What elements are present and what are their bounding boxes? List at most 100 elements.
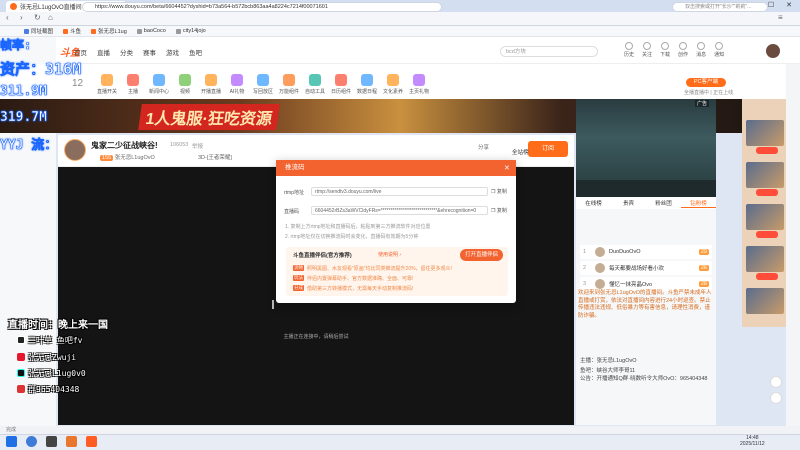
promo-price[interactable] [756,231,778,238]
chat-tabs: 在线榜 贵宾 粉丝团 钻粉榜 [576,197,716,209]
modal-tip-1: 1. 复制上方rtmp地址和直播码后，粘贴到第三方推流软件对应位置 [285,224,431,230]
browser-search-input[interactable]: 双击搜索或打开"长沙""莉莉"... [672,2,768,12]
promo-price[interactable] [756,189,778,196]
main-nav: 首页 直播 分类 赛事 游戏 鱼吧 [74,47,202,57]
promo-thumbnail[interactable] [746,120,784,146]
url-input[interactable]: https://www.douyu.com/beta/6604452?dyshi… [82,2,442,12]
category-item[interactable]: 视频 [174,74,196,95]
modal-close-icon[interactable]: ✕ [504,164,510,172]
promo-price[interactable] [756,273,778,280]
bookmark-item[interactable]: city14jojo [175,28,206,34]
code-field[interactable]: 6604452rBZs3aWVCldyFRs=*****************… [311,206,488,215]
copy-code-button[interactable]: ❐ 复制 [491,207,507,214]
category-item[interactable]: 直播开关 [96,74,118,95]
rank-tab[interactable]: 全站榜 [512,148,529,156]
subscribe-button[interactable]: 订阅 [528,141,568,157]
bookmark-item[interactable]: 同址载图 [24,27,53,35]
promo-thumbnail[interactable] [746,162,784,188]
info-announcement: 公告：开播通知Q群·晓数听令大师OvO：965404348 [580,376,708,382]
start-icon[interactable] [6,436,17,447]
category-item[interactable]: 开播直播 [200,74,222,95]
category-item[interactable]: 自动工具 [304,74,326,95]
browser-taskbar-icon[interactable] [26,436,37,447]
history-icon[interactable]: 历史 [624,42,634,58]
taskbar-clock[interactable]: 14:48 2025/11/12 [740,435,765,447]
host-name[interactable]: 155 张无忌L1ugOvO [100,153,155,161]
social-line: 张无忌Zwuji [28,353,77,362]
promo-price[interactable] [756,147,778,154]
promo-thumbnail[interactable] [746,204,784,230]
home-icon[interactable]: ⌂ [48,13,53,22]
fan-avatar [595,247,605,257]
category-item[interactable]: 主播 [122,74,144,95]
refresh-icon[interactable]: ↻ [34,13,41,22]
category-count: 12 [72,78,84,89]
copy-rtmp-button[interactable]: ❐ 复制 [491,188,507,195]
feedback-icon[interactable] [770,376,782,388]
user-avatar[interactable] [766,44,780,58]
info-fishbar[interactable]: 鱼吧：峡谷大师李哥11 [580,366,635,374]
report-link[interactable]: 举报 [192,142,203,150]
tab-vip[interactable]: 贵宾 [611,199,646,207]
category-item[interactable]: 数据日程 [356,74,378,95]
assistant-help-link[interactable]: 使用说明 › [378,251,401,258]
douyu-logo-icon [10,3,17,10]
category-item[interactable]: 日历组件 [330,74,352,95]
nav-events[interactable]: 赛事 [143,47,156,57]
weibo-icon [17,353,25,361]
category-item[interactable]: 主页礼物 [408,74,430,95]
bookmark-item[interactable]: 斗鱼 [63,27,81,35]
bookmark-item[interactable]: 张无忌L1ug [91,27,127,35]
rtmp-field[interactable]: rtmp://sendtv3.douyu.com/live [311,187,488,196]
fan-rank-row[interactable]: 1 DuoDuoOvO 29 [580,245,712,259]
app-taskbar-icon[interactable] [66,436,77,447]
fan-rank-row[interactable]: 3 懂忆一抹亮晶Ovo 28 [580,277,712,291]
promo-thumbnail[interactable] [746,246,784,272]
host-avatar[interactable] [64,139,86,161]
notice-icon[interactable]: 通知 [714,42,724,58]
tab-title: 张无忌L1ugOvO直播间 [20,5,82,11]
video-status: 主播正在连接中，请稍后尝试 [283,334,349,340]
create-icon[interactable]: 创作 [678,42,688,58]
close-window-icon[interactable]: ✕ [780,0,798,12]
nav-category[interactable]: 分类 [120,47,133,57]
group-icon [17,385,25,393]
share-button[interactable]: 分享 [478,143,489,151]
pc-client-button[interactable]: PC客户端 [686,78,726,87]
room-category[interactable]: 3D-[王者荣耀] [198,153,232,161]
douyu-taskbar-icon[interactable] [86,436,97,447]
download-icon[interactable]: 下载 [660,42,670,58]
menu-icon[interactable]: ≡ [778,13,783,22]
promo-thumbnail[interactable] [746,288,784,314]
douyin-icon [17,369,25,377]
site-search-input[interactable]: bcd方块 [500,46,598,57]
back-to-top-icon[interactable] [770,392,782,404]
tab-online-rank[interactable]: 在线榜 [576,199,611,207]
overlay-cpu: 资产：316M [0,60,82,79]
tab-diamond-rank[interactable]: 钻粉榜 [681,199,716,208]
bookmark-item[interactable]: baoCoco [136,28,166,34]
category-item[interactable]: 万能组件 [278,74,300,95]
fan-rank-row[interactable]: 2 每天都要战场好看小欢 26 [580,261,712,275]
social-line: 三叶草 鱼吧fv [28,336,83,345]
open-assistant-button[interactable]: 打开直播伴侣 [460,249,503,261]
page-scrollbar[interactable] [786,64,800,426]
category-item[interactable]: AI礼物 [226,74,248,95]
category-item[interactable]: 写回放区 [252,74,274,95]
assistant-title: 斗鱼直播伴侣(官方推荐) [293,253,352,259]
back-icon[interactable]: ‹ [6,13,9,22]
message-icon[interactable]: 消息 [696,42,706,58]
nav-fishbar[interactable]: 鱼吧 [189,47,202,57]
social-line: 群965404348 [28,385,80,394]
social-line: 张无忌L1ug0v0 [28,369,86,378]
modal-tip-2: 2. rtmp地址仅在切换推流码时会变化，直播码有效期为5分钟 [285,234,419,240]
nav-games[interactable]: 游戏 [166,47,179,57]
nav-home[interactable]: 首页 [74,47,87,57]
obs-taskbar-icon[interactable] [46,436,57,447]
follow-icon[interactable]: 关注 [642,42,652,58]
forward-icon[interactable]: › [20,13,23,22]
tab-fan-club[interactable]: 粉丝团 [646,199,681,207]
category-item[interactable]: 文化素养 [382,74,404,95]
category-item[interactable]: 新闻中心 [148,74,170,95]
nav-live[interactable]: 直播 [97,47,110,57]
